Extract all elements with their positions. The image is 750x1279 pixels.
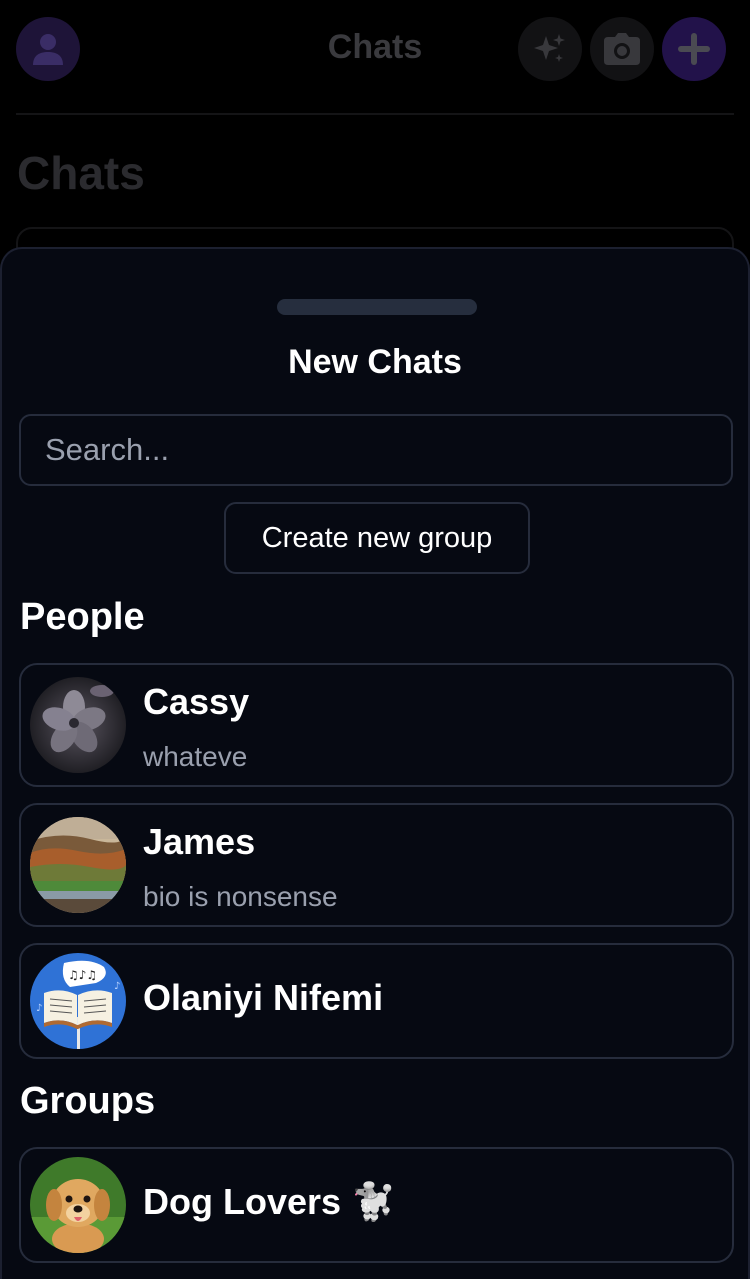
people-heading: People xyxy=(20,596,145,638)
svg-text:♪: ♪ xyxy=(36,1003,42,1014)
search-input[interactable] xyxy=(19,414,733,486)
background-header: Chats xyxy=(0,0,750,114)
sheet-drag-handle[interactable] xyxy=(277,299,477,315)
person-card-cassy[interactable]: Cassy whateve xyxy=(19,663,734,787)
sheet-title: New Chats xyxy=(288,343,462,381)
avatar xyxy=(30,677,126,773)
new-chat-screen: Chats Chats New Chats Search... Create n… xyxy=(0,0,750,1279)
camera-icon xyxy=(604,33,640,65)
person-name: Olaniyi Nifemi xyxy=(143,977,384,1018)
plus-icon xyxy=(678,33,710,65)
svg-text:♪: ♪ xyxy=(114,981,120,992)
sparkle-icon xyxy=(534,34,565,62)
group-card-dog-lovers[interactable]: Dog Lovers 🐩 xyxy=(19,1147,734,1263)
group-name: Dog Lovers 🐩 xyxy=(143,1181,396,1222)
avatar xyxy=(30,1157,126,1253)
create-new-group-button[interactable]: Create new group xyxy=(224,502,530,574)
groups-heading: Groups xyxy=(20,1080,156,1122)
svg-text:♫♪♫: ♫♪♫ xyxy=(68,968,97,982)
new-chat-button[interactable] xyxy=(662,17,726,81)
page-heading: Chats xyxy=(17,147,145,199)
person-card-james[interactable]: James bio is nonsense xyxy=(19,803,734,927)
header-divider xyxy=(16,113,734,115)
avatar: ♫♪♫ ♪ ♪ xyxy=(30,953,126,1049)
new-chats-sheet: New Chats Create new group People xyxy=(0,247,750,1279)
camera-button[interactable] xyxy=(590,17,654,81)
person-name: James xyxy=(143,821,256,862)
avatar xyxy=(30,817,126,913)
person-bio: bio is nonsense xyxy=(143,881,338,912)
ai-sparkle-button[interactable] xyxy=(518,17,582,81)
person-bio: whateve xyxy=(143,741,248,772)
person-card-olaniyi-nifemi[interactable]: ♫♪♫ ♪ ♪ Olaniyi Nifemi xyxy=(19,943,734,1059)
person-name: Cassy xyxy=(143,681,250,722)
